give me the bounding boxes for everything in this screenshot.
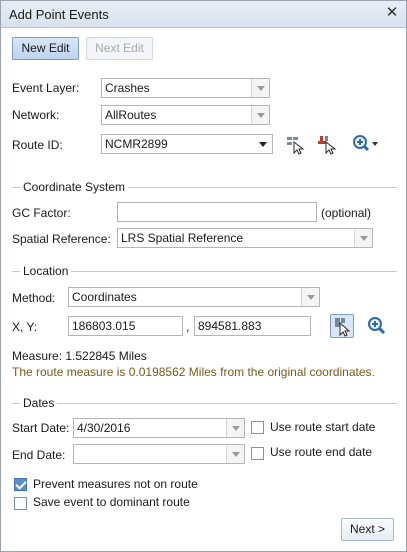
use-route-start-date-label: Use route start date: [270, 420, 376, 434]
gc-factor-hint: (optional): [321, 206, 372, 220]
network-select[interactable]: AllRoutes: [101, 105, 270, 125]
measure-text: Measure: 1.522845 Miles: [12, 349, 147, 363]
event-layer-label: Event Layer:: [12, 81, 80, 95]
spatial-reference-label: Spatial Reference:: [12, 232, 111, 246]
add-point-events-window: Add Point Events ✕ New Edit Next Edit Ev…: [0, 0, 407, 552]
dates-heading: Dates: [20, 396, 58, 410]
end-date-label: End Date:: [12, 448, 66, 462]
use-route-start-date-checkbox[interactable]: [251, 421, 264, 434]
title-bar: Add Point Events ✕: [1, 1, 406, 28]
coordinate-system-heading: Coordinate System: [20, 180, 129, 194]
gc-factor-input[interactable]: [117, 202, 317, 222]
select-route-icon[interactable]: [284, 133, 306, 155]
zoom-to-coordinates-icon[interactable]: [366, 315, 388, 337]
xy-separator: ,: [186, 320, 190, 334]
route-measure-note: The route measure is 0.0198562 Miles fro…: [12, 365, 375, 379]
method-value: Coordinates: [72, 290, 137, 304]
spatial-reference-select[interactable]: LRS Spatial Reference: [117, 228, 373, 248]
next-edit-button[interactable]: Next Edit: [86, 37, 153, 60]
chevron-down-icon: [301, 288, 319, 306]
pick-route-icon[interactable]: [316, 133, 338, 155]
xy-label: X, Y:: [12, 320, 38, 334]
network-label: Network:: [12, 108, 60, 122]
window-title: Add Point Events: [9, 7, 109, 22]
use-route-end-date-label: Use route end date: [270, 445, 373, 459]
location-heading: Location: [20, 264, 72, 278]
chevron-down-icon: [354, 229, 372, 247]
network-value: AllRoutes: [105, 108, 157, 122]
use-route-end-date-checkbox[interactable]: [251, 447, 264, 460]
chevron-down-icon: [251, 106, 269, 124]
prevent-measures-label: Prevent measures not on route: [33, 477, 198, 491]
new-edit-button[interactable]: New Edit: [12, 37, 79, 60]
chevron-down-icon: [251, 79, 269, 97]
start-date-value: 4/30/2016: [77, 421, 131, 435]
y-coordinate-input[interactable]: 894581.883: [194, 316, 311, 336]
pick-coordinates-icon[interactable]: [330, 314, 354, 338]
method-label: Method:: [12, 291, 56, 305]
start-date-picker[interactable]: 4/30/2016: [73, 418, 245, 438]
route-id-combobox[interactable]: NCMR2899: [101, 134, 273, 154]
dates-divider: [12, 403, 397, 404]
prevent-measures-checkbox[interactable]: [14, 478, 27, 491]
end-date-picker[interactable]: [73, 444, 245, 464]
zoom-icon[interactable]: [351, 133, 381, 155]
close-icon[interactable]: ✕: [384, 5, 400, 21]
spatial-reference-value: LRS Spatial Reference: [121, 231, 244, 245]
chevron-down-icon: [226, 445, 244, 463]
save-dominant-route-label: Save event to dominant route: [33, 495, 190, 509]
gc-factor-label: GC Factor:: [12, 206, 71, 220]
next-button[interactable]: Next >: [341, 518, 394, 541]
method-select[interactable]: Coordinates: [68, 287, 320, 307]
x-coordinate-input[interactable]: 186803.015: [68, 316, 183, 336]
start-date-label: Start Date:: [12, 421, 70, 435]
chevron-down-icon: [226, 419, 244, 437]
event-layer-select[interactable]: Crashes: [101, 78, 270, 98]
chevron-down-icon: [254, 135, 272, 153]
route-id-value: NCMR2899: [105, 137, 168, 151]
event-layer-value: Crashes: [105, 81, 150, 95]
route-id-label: Route ID:: [12, 138, 63, 152]
save-dominant-route-checkbox[interactable]: [14, 497, 27, 510]
